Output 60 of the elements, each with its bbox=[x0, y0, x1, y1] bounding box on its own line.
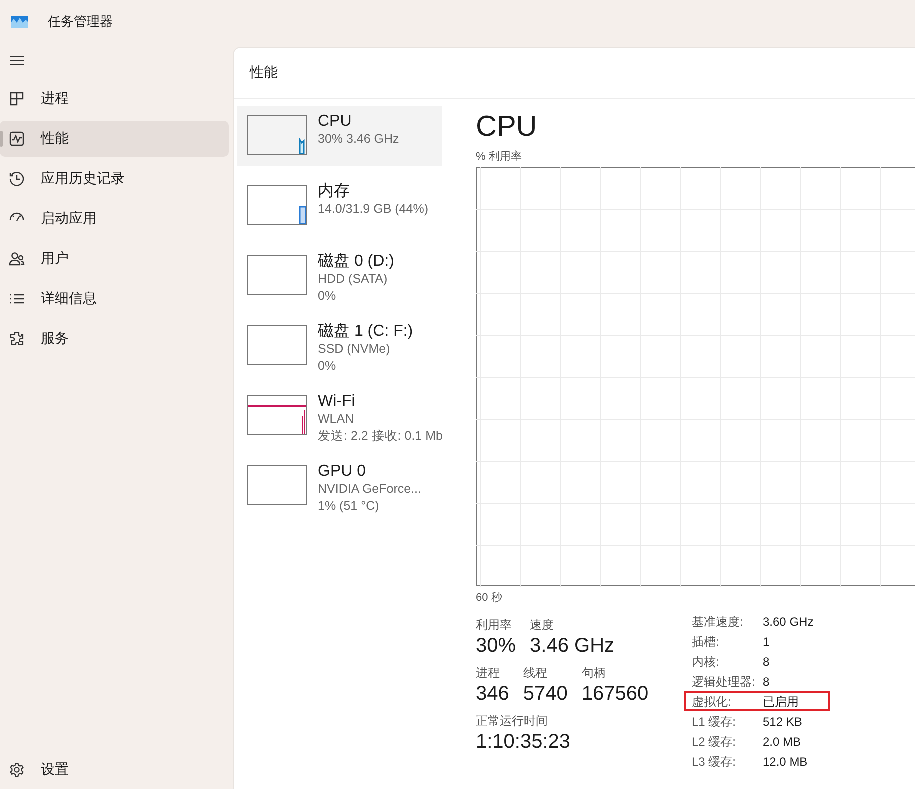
stat-value: 5740 bbox=[523, 682, 568, 707]
spec-value: 2.0 MB bbox=[763, 734, 802, 751]
spec-value: 8 bbox=[763, 654, 771, 671]
stat-label: 进程 bbox=[476, 665, 500, 681]
sidebar-item[interactable]: 用户 bbox=[0, 241, 229, 277]
usage-thumbnail bbox=[247, 325, 307, 365]
grid-icon bbox=[9, 91, 25, 107]
spec-label: 插槽: bbox=[691, 634, 720, 651]
device-item[interactable]: 内存 14.0/31.9 GB (44%) bbox=[237, 176, 442, 236]
spec-value: 1 bbox=[763, 634, 771, 651]
spec-value: 512 KB bbox=[763, 714, 804, 731]
stat-label: 句柄 bbox=[582, 665, 606, 681]
settings-icon bbox=[9, 762, 25, 778]
stat-value: 30% bbox=[476, 634, 516, 659]
stat-value: 167560 bbox=[582, 682, 649, 707]
puzzle-icon bbox=[9, 331, 25, 347]
stat-label: 线程 bbox=[523, 665, 548, 681]
spec-label: L1 缓存: bbox=[691, 714, 738, 731]
device-item[interactable]: Wi-Fi WLAN 发送: 2.2 接收: 0.1 Mb bbox=[237, 386, 442, 446]
stat-label: 正常运行时间 bbox=[476, 713, 548, 729]
stat-label: 速度 bbox=[530, 617, 554, 633]
sidebar-item[interactable]: 应用历史记录 bbox=[0, 161, 229, 197]
spec-value: 8 bbox=[763, 674, 771, 691]
spec-label: L3 缓存: bbox=[691, 754, 738, 771]
page-title: 性能 bbox=[250, 64, 278, 82]
sidebar-item[interactable]: 性能 bbox=[0, 121, 229, 157]
spec-value: 12.0 MB bbox=[763, 754, 809, 771]
usage-thumbnail bbox=[247, 115, 307, 155]
sidebar-item[interactable]: 进程 bbox=[0, 81, 229, 117]
users-icon bbox=[9, 251, 25, 267]
sidebar-item[interactable]: 详细信息 bbox=[0, 281, 229, 317]
pulse-icon bbox=[9, 131, 25, 147]
window-title: 任务管理器 bbox=[48, 12, 113, 30]
stat-value: 1:10:35:23 bbox=[476, 730, 571, 755]
device-item[interactable]: CPU 30% 3.46 GHz bbox=[237, 106, 442, 166]
device-item[interactable]: 磁盘 1 (C: F:) SSD (NVMe) 0% bbox=[237, 316, 442, 376]
time-axis-label: 60 秒 bbox=[476, 591, 502, 605]
device-title: CPU bbox=[476, 110, 538, 145]
usage-thumbnail bbox=[247, 255, 307, 295]
usage-thumbnail bbox=[247, 185, 307, 225]
device-item[interactable]: 磁盘 0 (D:) HDD (SATA) 0% bbox=[237, 246, 442, 306]
sidebar-item[interactable]: 启动应用 bbox=[0, 201, 229, 237]
spec-label: 虚拟化: bbox=[691, 694, 732, 711]
spec-label: 内核: bbox=[691, 654, 720, 671]
usage-thumbnail bbox=[247, 395, 307, 435]
spec-value: 3.60 GHz bbox=[763, 614, 815, 631]
spec-label: L2 缓存: bbox=[691, 734, 738, 751]
spec-value: 已启用 bbox=[763, 694, 800, 711]
app-logo-icon bbox=[11, 16, 28, 28]
stat-value: 3.46 GHz bbox=[530, 634, 615, 659]
spec-label: 逻辑处理器: bbox=[691, 674, 756, 691]
clock-icon bbox=[9, 171, 25, 187]
stat-value: 346 bbox=[476, 682, 510, 707]
settings-item[interactable]: 设置 bbox=[0, 752, 233, 788]
usage-thumbnail bbox=[247, 465, 307, 505]
graph-label: % 利用率 bbox=[476, 150, 522, 164]
sidebar-item[interactable]: 服务 bbox=[0, 321, 229, 357]
device-item[interactable]: GPU 0 NVIDIA GeForce... 1% (51 °C) bbox=[237, 456, 442, 516]
stat-label: 利用率 bbox=[476, 617, 512, 633]
spec-label: 基准速度: bbox=[691, 614, 744, 631]
